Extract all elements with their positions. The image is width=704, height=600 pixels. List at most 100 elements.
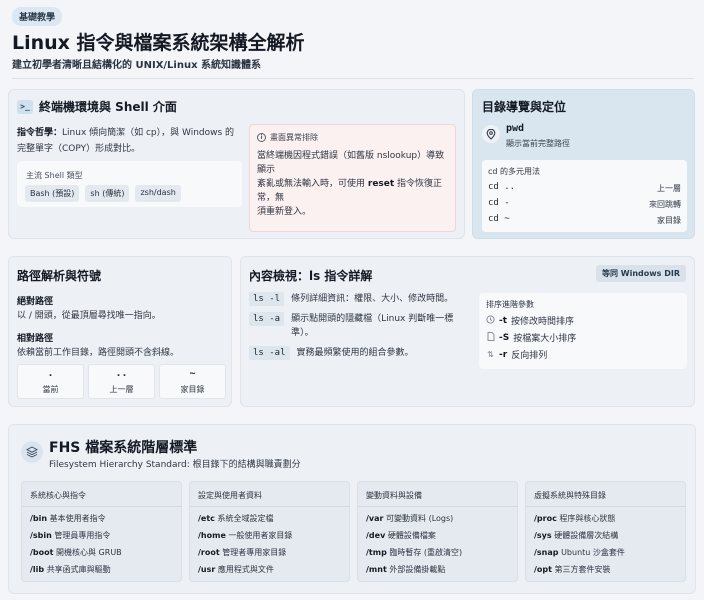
symbol-meaning: 當前: [42, 385, 59, 394]
alert-body: 當終端機因程式錯誤（如舊版 nslookup）導致顯示 紊亂或無法輸入時，可使用…: [257, 149, 453, 219]
file-icon: [486, 332, 495, 343]
fhs-dir-path: /boot: [30, 548, 54, 557]
fhs-dir-item: /bin 基本使用者指令: [30, 513, 106, 524]
sort-options-label: 排序進階參數: [486, 300, 534, 309]
ls-flag-desc: 實務最頻繁使用的組合參數。: [296, 348, 414, 358]
shell-chip: zsh/dash: [135, 185, 181, 202]
fhs-dir-path: /lib: [30, 565, 45, 574]
cd-row: cd .. 上一層: [488, 182, 681, 196]
fhs-column-heading: 設定與使用者資料: [198, 491, 262, 500]
fhs-dir-item: /var 可變動資料 (Logs): [366, 513, 453, 524]
cd-row: cd ~ 家目錄: [488, 214, 681, 228]
fhs-dir-item: /sbin 管理員專用指令: [30, 530, 110, 541]
ls-option-row: ls -al 實務最頻繁使用的組合參數。: [249, 346, 414, 360]
relative-path-desc: 依賴當前工作目錄，路徑開頭不含斜線。: [17, 348, 180, 358]
terminal-icon: >_: [17, 99, 33, 114]
fhs-column-divider: [526, 506, 685, 507]
fhs-dir-path: /root: [198, 548, 220, 557]
terminal-card: >_ 終端機環境與 Shell 介面 指令哲學：Linux 傾向簡潔（如 cp）…: [8, 89, 465, 239]
fhs-column-divider: [190, 506, 349, 507]
ls-option-row: ls -l 條列詳細資訊：權限、大小、修改時間。: [249, 292, 453, 306]
sort-desc: 反向排列: [511, 351, 548, 361]
fhs-column: 變動資料與設備 /var 可變動資料 (Logs) /dev 硬體設備檔案 /t…: [357, 481, 518, 582]
ls-flag: ls -al: [249, 346, 290, 360]
relative-path-label: 相對路徑: [17, 334, 54, 344]
fhs-dir-path: /sbin: [30, 531, 52, 540]
fhs-dir-item: /root 管理者專用家目錄: [198, 547, 286, 558]
fhs-dir-item: /lib 共享函式庫與驅動: [30, 564, 111, 575]
symbol-glyph: ~: [189, 368, 196, 379]
path-card-title: 路徑解析與符號: [17, 269, 102, 283]
path-symbol: ~ 家目錄: [159, 364, 226, 399]
fhs-dir-desc: 第三方套件安裝: [554, 565, 611, 574]
fhs-dir-desc: 共享函式庫與驅動: [46, 565, 111, 574]
fhs-column-heading: 系統核心與指令: [30, 491, 86, 500]
fhs-dir-desc: 系統全域設定檔: [217, 514, 274, 523]
fhs-dir-item: /opt 第三方套件安裝: [534, 564, 611, 575]
symbol-meaning: 上一層: [109, 385, 134, 394]
absolute-path-desc: 以 / 開頭，從最頂層尋找唯一指向。: [17, 311, 161, 321]
fhs-dir-desc: 可變動資料 (Logs): [386, 514, 454, 523]
fhs-dir-desc: 一般使用者家目錄: [228, 531, 293, 540]
fhs-dir-path: /opt: [534, 565, 552, 574]
fhs-dir-path: /dev: [366, 531, 386, 540]
fhs-column-heading: 虛擬系統與特殊目錄: [534, 491, 606, 500]
info-icon: i: [257, 133, 266, 142]
philosophy-line1: Linux 傾向簡潔（如 cp），與 Windows 的: [62, 128, 235, 138]
fhs-dir-desc: 應用程式與文件: [217, 565, 274, 574]
fhs-dir-path: /tmp: [366, 548, 387, 557]
fhs-column-divider: [358, 506, 517, 507]
ls-option-row: ls -a 顯示點開頭的隱藏檔（Linux 判斷唯一標 準）。: [249, 312, 453, 340]
terminal-card-header: >_ 終端機環境與 Shell 介面: [17, 98, 177, 115]
fhs-column: 系統核心與指令 /bin 基本使用者指令 /sbin 管理員專用指令 /boot…: [21, 481, 182, 582]
ls-flag-desc: 顯示點開頭的隱藏檔（Linux 判斷唯一標 準）。: [291, 314, 454, 338]
fhs-dir-desc: 硬體設備檔案: [387, 531, 436, 540]
page-title: Linux 指令與檔案系統架構全解析: [12, 32, 305, 54]
sort-options-box: 排序進階參數 -t 按修改時間排序 -S 按檔案大小排序 ⇅ -r 反向排列: [479, 293, 687, 369]
sort-flag: -t: [499, 315, 508, 326]
ls-flag: ls -l: [249, 292, 285, 306]
location-pin-icon: [482, 125, 500, 143]
fhs-dir-path: /proc: [534, 514, 557, 523]
shell-chip-list: Bash (預設) sh (傳統) zsh/dash: [25, 185, 181, 202]
terminal-card-title: 終端機環境與 Shell 介面: [39, 100, 177, 114]
cd-command: cd ..: [488, 182, 516, 192]
cd-description: 上一層: [657, 184, 681, 193]
sort-option: -t 按修改時間排序: [486, 314, 574, 327]
path-symbol-list: . 當前 .. 上一層 ~ 家目錄: [17, 364, 226, 399]
shell-types-box: 主流 Shell 類型 Bash (預設) sh (傳統) zsh/dash: [17, 161, 242, 207]
clock-icon: [486, 315, 495, 326]
swap-icon: ⇅: [487, 350, 494, 359]
fhs-dir-item: /dev 硬體設備檔案: [366, 530, 436, 541]
fhs-card: FHS 檔案系統階層標準 Filesystem Hierarchy Standa…: [8, 424, 696, 594]
fhs-dir-item: /sys 硬體設備層次結構: [534, 530, 618, 541]
symbol-glyph: ..: [115, 368, 128, 379]
fhs-dir-item: /mnt 外部設備掛載點: [366, 564, 445, 575]
fhs-dir-desc: 外部設備掛載點: [389, 565, 446, 574]
directory-card-title: 目錄導覽與定位: [482, 100, 567, 114]
fhs-dir-desc: Ubuntu 沙盒套件: [561, 548, 625, 557]
windows-dir-badge: 等同 Windows DIR: [596, 265, 686, 282]
fhs-dir-path: /bin: [30, 514, 48, 523]
fhs-column-heading: 變動資料與設備: [366, 491, 422, 500]
sort-flag: -S: [499, 332, 510, 343]
fhs-dir-desc: 臨時暫存 (重啟清空): [389, 548, 463, 557]
fhs-dir-path: /mnt: [366, 565, 387, 574]
directory-nav-card: 目錄導覽與定位 pwd 顯示當前完整路徑 cd 的多元用法 cd .. 上一層 …: [472, 89, 695, 239]
path-symbol: .. 上一層: [88, 364, 155, 399]
shell-types-label: 主流 Shell 類型: [26, 171, 83, 180]
fhs-dir-path: /usr: [198, 565, 216, 574]
ls-flag: ls -a: [249, 312, 285, 326]
fhs-dir-path: /sys: [534, 531, 552, 540]
fhs-dir-item: /home 一般使用者家目錄: [198, 530, 292, 541]
cd-command: cd -: [488, 198, 510, 208]
philosophy-line2: 完整單字（COPY）形成對比。: [17, 144, 141, 154]
reset-command: reset: [367, 179, 395, 189]
sort-option: -S 按檔案大小排序: [486, 331, 576, 344]
command-philosophy: 指令哲學：Linux 傾向簡潔（如 cp），與 Windows 的 完整單字（C…: [17, 125, 242, 157]
fhs-dir-item: /etc 系統全域設定檔: [198, 513, 273, 524]
troubleshoot-alert: i 畫面異常排除 當終端機因程式錯誤（如舊版 nslookup）導致顯示 紊亂或…: [249, 124, 456, 232]
fhs-dir-desc: 管理者專用家目錄: [222, 548, 287, 557]
symbol-meaning: 家目錄: [180, 385, 205, 394]
layers-icon: [21, 441, 43, 463]
